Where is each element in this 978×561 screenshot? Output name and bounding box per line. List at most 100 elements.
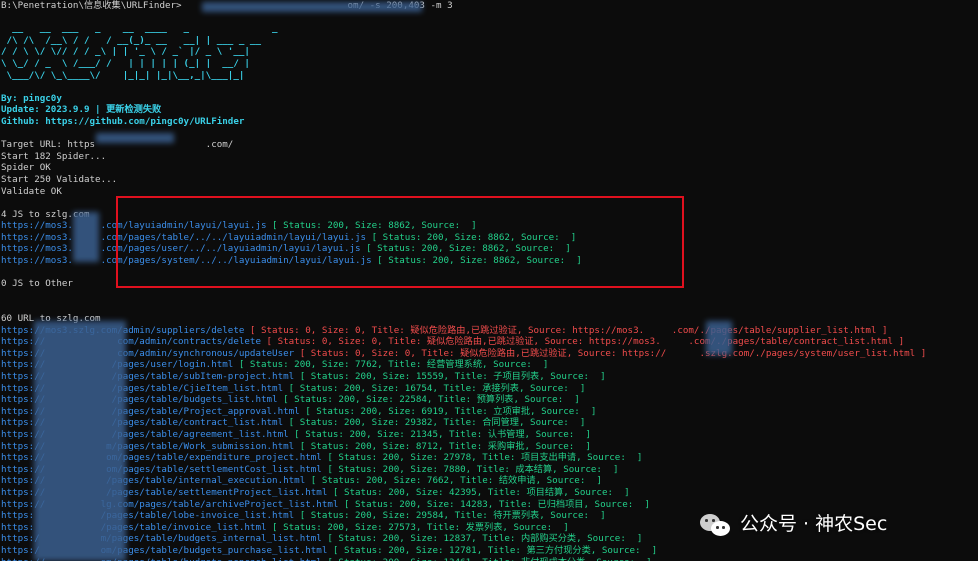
js-result-list: https://mos3. .com/layuiadmin/layui/layu… [0,220,978,266]
result-info: [ Status: 200, Size: 8862, Source: ] [366,231,577,243]
terminal-window[interactable]: B:\Penetration\信息收集\URLFinder> om/ -s 20… [0,0,978,561]
result-info: [ Status: 200, Size: 27573, Title: 发票列表,… [266,521,569,533]
result-info: [ Status: 200, Size: 7762, Title: 经营管理系统… [233,359,549,371]
result-info: [ Status: 200, Size: 27978, Title: 项目支出申… [321,452,643,464]
result-row: https:// /pages/table/internal_execution… [0,475,978,487]
result-url-link[interactable]: https:// /pages/table/settlementProject_… [1,487,327,498]
validate-ok-line: Validate OK [1,185,62,197]
result-url-link[interactable]: https:/ m/pages/table/budgets_internal_l… [1,533,322,544]
result-url-link[interactable]: https://mos3. .com/pages/table/../../lay… [1,232,366,243]
result-url-link[interactable]: https:// m/pages/table/Work_submission.h… [1,441,294,452]
result-info: [ Status: 200, Size: 29584, Title: 待开票列表… [294,510,606,522]
result-url-link[interactable]: https:// com/admin/synchronous/updateUse… [1,348,294,359]
result-url-link[interactable]: https:// lg.com/pages/table/archiveProje… [1,499,338,510]
result-info: [ Status: 200, Size: 29382, Title: 合同管理,… [283,417,586,429]
result-url-link[interactable]: https://mos3. .com/pages/user/../../layu… [1,243,361,254]
result-info: [ Status: 200, Size: 8862, Source: ] [371,255,582,267]
result-info: [ Status: 200, Size: 42395, Title: 项目结算,… [327,486,630,498]
result-row: https:// /pages/table/subItem-project.ht… [0,371,978,383]
result-url-link[interactable]: https:// /pages/table/agreement_list.htm… [1,429,289,440]
result-row: https:// /pages/table/budgets_list.html … [0,394,978,406]
result-info: [ Status: 200, Size: 7880, Title: 成本结算, … [321,463,619,475]
author-line: By: pingc0y [1,92,62,104]
banner-line-2: /\ /\ /__\ / / / __(_)_ __ __| | ___ _ _… [1,34,261,46]
result-url-link[interactable]: https: /pages/table/invoice_list.html [1,522,267,533]
start-spider-line: Start 182 Spider... [1,150,107,162]
result-row: https:// /pages/table/contract_list.html… [0,417,978,429]
result-row: https://mos3. .com/layuiadmin/layui/layu… [0,220,978,232]
js-section-header: 4 JS to szlg.com [1,208,90,220]
result-info: [ Status: 200, Size: 14283, Title: 已归档项目… [338,498,650,510]
js-other-line: 0 JS to Other [1,278,73,290]
result-url-link[interactable]: https:// /pages/table/internal_execution… [1,475,305,486]
result-url-link[interactable]: https:/ om/pages/table/budgets_purchase_… [1,545,327,556]
update-line: Update: 2023.9.9 | 更新检测失败 [1,104,162,116]
banner-line-3: / / \ \/ \// / / _\ | | '_ \ / _` |/ _ \… [1,46,250,58]
github-line: Github: https://github.com/pingc0y/URLFi… [1,115,245,127]
result-row: https://mos3. .com/pages/table/../../lay… [0,232,978,244]
result-info: [ Status: 200, Size: 8862, Source: ] [266,220,477,232]
result-info: [ Status: 200, Size: 8862, Source: ] [360,243,571,255]
result-url-link[interactable]: https:// om/pages/table/budgets_noncash_… [1,557,322,561]
wechat-icon [700,512,732,538]
result-row: https:// lg.com/pages/table/archiveProje… [0,499,978,511]
result-info: [ Status: 200, Size: 8712, Title: 采购审批, … [294,440,591,452]
result-url-link[interactable]: https:// /pages/table/contract_list.html [1,417,283,428]
result-info: [ Status: 200, Size: 16754, Title: 承接列表,… [283,382,586,394]
result-url-link[interactable]: https:// /pages/user/login.html [1,359,233,370]
result-row: https:// /pages/table/agreement_list.htm… [0,429,978,441]
result-row: https:// /pages/table/settlementProject_… [0,487,978,499]
result-info: [ Status: 200, Size: 6919, Title: 立项审批, … [299,405,597,417]
result-row: https:// m/pages/table/Work_submission.h… [0,441,978,453]
start-validate-line: Start 250 Validate... [1,173,118,185]
result-row: https:// om/pages/table/expenditure_proj… [0,452,978,464]
banner-line-5: \___/\/ \_\____\/ |_|_| |_|\__,_|\___|_| [1,69,245,81]
result-info: [ Status: 0, Size: 0, Title: 疑似危险路由,已跳过验… [294,347,927,359]
result-row: https:// /pages/table/Project_approval.h… [0,406,978,418]
result-row: https:// /pages/user/login.html [ Status… [0,359,978,371]
result-row: https:/ om/pages/table/budgets_purchase_… [0,545,978,557]
watermark: 公众号 · 神农Sec [700,510,887,540]
result-info: [ Status: 200, Size: 12781, Title: 第三方付现… [327,544,658,556]
result-row: https://mos3.szlg.com/admin/suppliers/de… [0,325,978,337]
result-row: https://mos3. .com/pages/user/../../layu… [0,243,978,255]
watermark-text: 公众号 · 神农Sec [740,513,888,536]
result-url-link[interactable]: https://mos3. .com/pages/system/../../la… [1,255,372,266]
result-info: [ Status: 200, Size: 21345, Title: 认书管理,… [288,428,591,440]
result-info: [ Status: 200, Size: 15559, Title: 子项目列表… [294,371,606,382]
result-row: https:// om/pages/table/settlementCost_l… [0,464,978,476]
url-section-header: 60 URL to szlg.com [1,313,101,325]
banner-line-1: __ __ ___ _ __ ____ _ _ [1,23,278,35]
result-info: [ Status: 0, Size: 0, Title: 疑似危险路由,已跳过验… [260,336,905,348]
target-url-line: Target URL: https .com/ [1,139,234,151]
result-row: https://mos3. .com/pages/system/../../la… [0,255,978,267]
banner-line-4: \ \_/ / _ \ /___/ / | | | | | (_| | __/ … [1,57,250,69]
result-row: https:// om/pages/table/budgets_noncash_… [0,557,978,561]
result-info: [ Status: 200, Size: 7662, Title: 结效申请, … [305,475,602,487]
result-url-link[interactable]: https:// om/pages/table/expenditure_proj… [1,452,322,463]
spider-ok-line: Spider OK [1,162,51,174]
result-url-link[interactable]: https://mos3. .com/layuiadmin/layui/layu… [1,220,267,231]
result-url-link[interactable]: https: /pages/table/lobe-invoice_list.ht… [1,510,294,521]
result-row: https:// com/admin/synchronous/updateUse… [0,348,978,360]
result-info: [ Status: 200, Size: 13461, Title: 非付现成本… [322,557,651,561]
result-url-link[interactable]: https:// om/pages/table/settlementCost_l… [1,464,322,475]
result-info: [ Status: 200, Size: 22584, Title: 预算列表,… [277,394,580,406]
result-url-link[interactable]: https:// /pages/table/subItem-project.ht… [1,371,294,382]
result-info: [ Status: 200, Size: 12837, Title: 内部购买分… [321,533,643,545]
result-url-link[interactable]: https:// com/admin/contracts/delete [1,336,261,347]
result-info: [ Status: 0, Size: 0, Title: 疑似危险路由,已跳过验… [244,324,888,336]
result-url-link[interactable]: https:// /pages/table/CjieItem_list.html [1,383,283,394]
result-url-link[interactable]: https:// /pages/table/budgets_list.html [1,394,278,405]
command-line: B:\Penetration\信息收集\URLFinder> om/ -s 20… [1,0,453,11]
result-url-link[interactable]: https://mos3.szlg.com/admin/suppliers/de… [1,325,244,336]
result-row: https:// /pages/table/CjieItem_list.html… [0,383,978,395]
result-url-link[interactable]: https:// /pages/table/Project_approval.h… [1,406,300,417]
